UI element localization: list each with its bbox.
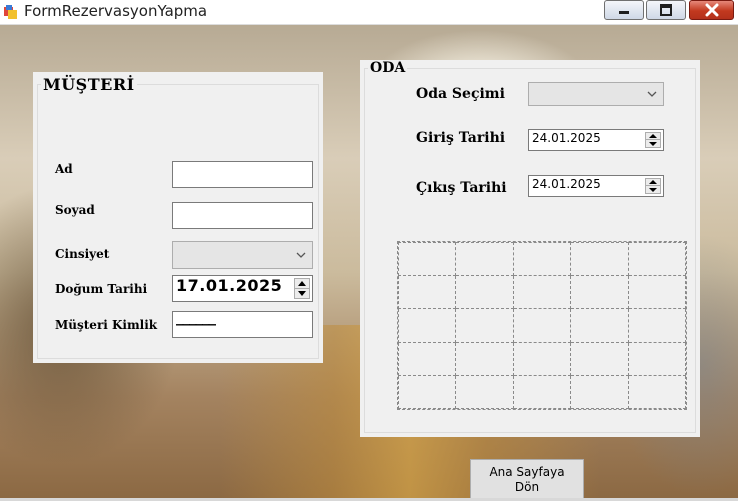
soyad-input[interactable] — [172, 202, 313, 229]
minimize-icon — [619, 11, 629, 14]
spin-up-button[interactable] — [646, 179, 660, 186]
chevron-down-icon — [647, 91, 657, 97]
spin-down-button[interactable] — [646, 140, 660, 147]
grid-cell[interactable] — [512, 374, 572, 410]
grid-cell[interactable] — [570, 308, 629, 343]
grid-cell[interactable] — [512, 241, 572, 277]
grid-cell[interactable] — [455, 241, 514, 277]
grid-cell[interactable] — [455, 341, 514, 376]
close-button[interactable] — [689, 0, 734, 20]
grid-cell[interactable] — [570, 374, 629, 410]
oda-group-title: ODA — [368, 60, 408, 76]
cikis-tarihi-picker[interactable]: 24.01.2025 — [528, 175, 664, 197]
oda-groupbox: ODA Oda Seçimi Giriş Tarihi 24.01.2025 Ç… — [360, 60, 700, 437]
grid-cell[interactable] — [627, 341, 687, 376]
grid-cell[interactable] — [455, 275, 514, 310]
ad-label: Ad — [55, 162, 73, 176]
form-client-area: MÜŞTERİ Ad Soyad Cinsiyet Doğum Tarihi 1… — [0, 25, 738, 501]
giris-tarihi-value: 24.01.2025 — [532, 131, 601, 145]
grid-cell[interactable] — [627, 241, 687, 277]
spin-down-button[interactable] — [646, 186, 660, 193]
grid-cell[interactable] — [570, 241, 629, 277]
dogum-tarihi-spinner[interactable] — [294, 278, 310, 299]
minimize-button[interactable] — [604, 0, 644, 20]
spin-down-icon — [298, 290, 306, 296]
grid-cell[interactable] — [512, 341, 572, 376]
grid-cell[interactable] — [627, 308, 687, 343]
spin-up-icon — [298, 280, 306, 286]
dogum-tarihi-value: 17.01.2025 — [176, 276, 283, 295]
grid-cell[interactable] — [512, 275, 572, 310]
dogum-tarihi-picker[interactable]: 17.01.2025 — [172, 275, 313, 302]
table-row — [397, 275, 687, 310]
grid-cell[interactable] — [570, 275, 629, 310]
grid-cell[interactable] — [512, 308, 572, 343]
room-table — [397, 241, 687, 410]
grid-cell[interactable] — [397, 341, 457, 376]
grid-cell[interactable] — [397, 308, 457, 343]
cikis-tarihi-value: 24.01.2025 — [532, 177, 601, 191]
grid-cell[interactable] — [455, 308, 514, 343]
oda-secimi-combobox[interactable] — [528, 82, 664, 106]
musteri-kimlik-input[interactable]: ______ — [172, 308, 313, 338]
table-row — [397, 308, 687, 343]
maximize-icon — [660, 4, 672, 16]
giris-tarihi-picker[interactable]: 24.01.2025 — [528, 129, 664, 151]
cikis-tarihi-label: Çıkış Tarihi — [416, 180, 507, 196]
musteri-groupbox: MÜŞTERİ Ad Soyad Cinsiyet Doğum Tarihi 1… — [33, 72, 323, 363]
spin-down-button[interactable] — [295, 289, 309, 299]
cinsiyet-label: Cinsiyet — [55, 247, 110, 261]
spin-up-icon — [649, 180, 657, 184]
musteri-kimlik-mask: ______ — [176, 308, 216, 326]
chevron-down-icon — [296, 252, 306, 258]
grid-cell[interactable] — [397, 275, 457, 310]
giris-tarihi-label: Giriş Tarihi — [416, 130, 506, 146]
window-title: FormRezervasyonYapma — [24, 2, 208, 20]
ad-input[interactable] — [172, 161, 313, 188]
grid-cell[interactable] — [455, 374, 514, 410]
giris-tarihi-spinner[interactable] — [645, 132, 661, 148]
spin-up-icon — [649, 134, 657, 138]
maximize-button[interactable] — [646, 0, 686, 20]
spin-down-icon — [649, 187, 657, 192]
grid-cell[interactable] — [397, 374, 457, 410]
spin-down-icon — [649, 141, 657, 146]
grid-cell[interactable] — [627, 374, 687, 410]
grid-cell[interactable] — [570, 341, 629, 376]
close-icon — [705, 3, 718, 17]
ana-sayfaya-don-label: Ana Sayfaya Dön — [489, 464, 565, 494]
table-row — [397, 341, 687, 376]
ana-sayfaya-don-button[interactable]: Ana Sayfaya Dön — [470, 459, 584, 500]
title-bar[interactable]: FormRezervasyonYapma — [0, 0, 738, 25]
grid-cell[interactable] — [627, 275, 687, 310]
grid-cell[interactable] — [397, 241, 457, 277]
spin-up-button[interactable] — [646, 133, 660, 140]
cinsiyet-combobox[interactable] — [172, 241, 313, 269]
form-window: FormRezervasyonYapma MÜŞTERİ Ad Soyad Ci… — [0, 0, 738, 501]
spin-up-button[interactable] — [295, 279, 309, 289]
dogum-tarihi-label: Doğum Tarihi — [55, 282, 148, 296]
musteri-kimlik-label: Müşteri Kimlik — [55, 318, 158, 332]
app-icon — [4, 5, 17, 19]
soyad-label: Soyad — [55, 203, 95, 217]
table-row — [397, 374, 687, 410]
cikis-tarihi-spinner[interactable] — [645, 178, 661, 194]
musteri-group-title: MÜŞTERİ — [41, 75, 137, 94]
oda-grid-panel[interactable] — [397, 241, 687, 410]
oda-secimi-label: Oda Seçimi — [416, 86, 505, 102]
table-row — [397, 241, 687, 277]
